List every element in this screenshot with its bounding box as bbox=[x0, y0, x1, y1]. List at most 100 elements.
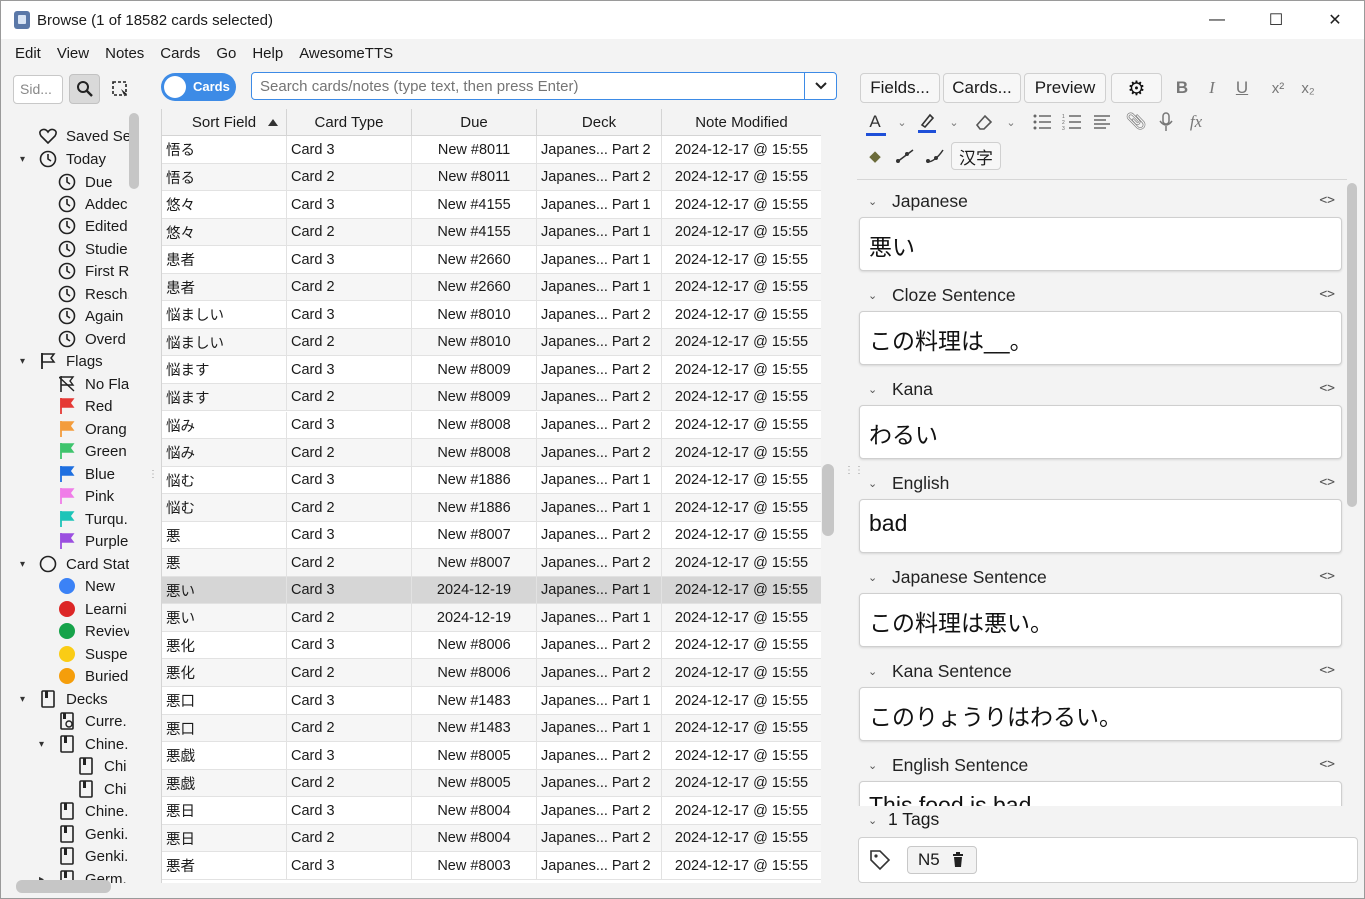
text-color-button[interactable]: A bbox=[861, 108, 889, 136]
table-row[interactable]: 悪口 Card 3 New #1483 Japanes... Part 1 2024-1… bbox=[162, 687, 821, 715]
column-due[interactable]: Due bbox=[412, 109, 537, 136]
table-row[interactable]: 悪い Card 3 2024-12-19 Japanes... Part 1 2024-… bbox=[162, 576, 821, 605]
table-scrollbar[interactable] bbox=[822, 464, 834, 536]
menu-notes[interactable]: Notes bbox=[97, 45, 152, 62]
table-row[interactable]: 悠々 Card 3 New #4155 Japanes... Part 1 2024-1… bbox=[162, 191, 821, 219]
field-input[interactable]: この料理は悪い。 bbox=[859, 593, 1342, 647]
fields-button[interactable]: Fields... bbox=[860, 73, 940, 103]
sidebar-item[interactable]: ▾ Today bbox=[1, 148, 129, 170]
preview-button[interactable]: Preview bbox=[1024, 73, 1106, 103]
sidebar-item[interactable]: ▾ Flags bbox=[1, 350, 129, 372]
sidebar-search-button[interactable] bbox=[69, 74, 100, 104]
table-row[interactable]: 悪口 Card 2 New #1483 Japanes... Part 1 2024-1… bbox=[162, 714, 821, 743]
field-input[interactable]: わるい bbox=[859, 405, 1342, 459]
table-row[interactable]: 悪日 Card 2 New #8004 Japanes... Part 2 2024-1… bbox=[162, 824, 821, 853]
table-row[interactable]: 悪化 Card 2 New #8006 Japanes... Part 2 2024-1… bbox=[162, 659, 821, 687]
menu-view[interactable]: View bbox=[49, 45, 97, 62]
expand-arrow-icon[interactable]: ▾ bbox=[20, 154, 25, 165]
superscript-button[interactable]: x² bbox=[1264, 74, 1292, 102]
sidebar-search-input[interactable]: Sid... bbox=[13, 75, 63, 104]
chevron-down-icon[interactable]: ⌄ bbox=[868, 289, 877, 302]
chevron-down-icon[interactable]: ⌄ bbox=[868, 477, 877, 490]
align-button[interactable] bbox=[1088, 108, 1116, 136]
sidebar-item[interactable]: Resch. bbox=[1, 283, 129, 305]
menu-awesometts[interactable]: AwesomeTTS bbox=[291, 45, 401, 62]
search-input[interactable] bbox=[260, 77, 800, 95]
subscript-button[interactable]: x₂ bbox=[1294, 74, 1322, 102]
table-row[interactable]: 悩む Card 2 New #1886 Japanes... Part 1 2024-1… bbox=[162, 494, 821, 522]
sidebar-item[interactable]: Edited bbox=[1, 215, 129, 237]
search-history-dropdown[interactable] bbox=[804, 72, 836, 100]
table-row[interactable]: 悪者 Card 3 New #8003 Japanes... Part 2 2024-1… bbox=[162, 852, 821, 880]
bold-button[interactable]: B bbox=[1168, 74, 1196, 102]
expand-arrow-icon[interactable]: ▾ bbox=[20, 694, 25, 705]
sidebar-item[interactable]: No Fla bbox=[1, 373, 129, 395]
sidebar-horizontal-scrollbar[interactable] bbox=[16, 880, 111, 893]
table-row[interactable]: 悩ましい Card 3 New #8010 Japanes... Part 2 2024… bbox=[162, 301, 821, 329]
tag-editor[interactable]: N5 bbox=[858, 837, 1358, 883]
html-editor-toggle-icon[interactable]: <> bbox=[1319, 381, 1335, 396]
expand-arrow-icon[interactable]: ▾ bbox=[39, 739, 44, 750]
chevron-down-icon[interactable]: ⌄ bbox=[868, 195, 877, 208]
sidebar-item[interactable]: ▾ Decks bbox=[1, 688, 129, 710]
cards-notes-toggle[interactable]: Cards bbox=[161, 73, 236, 101]
sidebar-item[interactable]: First R bbox=[1, 260, 129, 282]
sidebar-item[interactable]: Studie bbox=[1, 238, 129, 260]
kanji-button[interactable]: 汉字 bbox=[951, 142, 1001, 170]
minimize-button[interactable]: — bbox=[1188, 1, 1246, 39]
sidebar-item[interactable]: Due bbox=[1, 171, 129, 193]
html-editor-toggle-icon[interactable]: <> bbox=[1319, 569, 1335, 584]
table-row[interactable]: 悩み Card 2 New #8008 Japanes... Part 2 2024-1… bbox=[162, 439, 821, 467]
html-editor-toggle-icon[interactable]: <> bbox=[1319, 193, 1335, 208]
text-color-dropdown[interactable]: ⌄ bbox=[888, 108, 916, 136]
close-button[interactable]: ✕ bbox=[1306, 1, 1364, 39]
field-input[interactable]: このりょうりはわるい。 bbox=[859, 687, 1342, 741]
sidebar-item[interactable]: Overd bbox=[1, 328, 129, 350]
awesometts-button[interactable]: ◆ bbox=[861, 142, 889, 170]
settings-button[interactable]: ⚙ bbox=[1111, 73, 1162, 103]
math-button[interactable]: fx bbox=[1182, 108, 1210, 136]
html-editor-toggle-icon[interactable]: <> bbox=[1319, 757, 1335, 772]
expand-arrow-icon[interactable]: ▾ bbox=[20, 356, 25, 367]
sidebar-item[interactable]: Addec bbox=[1, 193, 129, 215]
menu-edit[interactable]: Edit bbox=[7, 45, 49, 62]
sidebar-item[interactable]: ▾ Chine. bbox=[1, 733, 129, 755]
editor-splitter-handle[interactable]: ⋮⋮ bbox=[844, 466, 864, 487]
maximize-button[interactable]: ☐ bbox=[1247, 1, 1305, 39]
chevron-down-icon[interactable]: ⌄ bbox=[868, 759, 877, 772]
table-row[interactable]: 悪化 Card 3 New #8006 Japanes... Part 2 2024-1… bbox=[162, 631, 821, 660]
column-card-type[interactable]: Card Type bbox=[287, 109, 412, 136]
table-row[interactable]: 悪戯 Card 2 New #8005 Japanes... Part 2 2024-1… bbox=[162, 769, 821, 798]
html-editor-toggle-icon[interactable]: <> bbox=[1319, 663, 1335, 678]
table-row[interactable]: 悩む Card 3 New #1886 Japanes... Part 1 2024-1… bbox=[162, 466, 821, 495]
eraser-button[interactable] bbox=[970, 108, 998, 136]
table-row[interactable]: 悩ます Card 2 New #8009 Japanes... Part 2 2024-… bbox=[162, 383, 821, 412]
table-row[interactable]: 悩ます Card 3 New #8009 Japanes... Part 2 2024-… bbox=[162, 356, 821, 384]
sidebar-item[interactable]: New bbox=[1, 575, 129, 597]
tags-header[interactable]: ⌄ 1 Tags bbox=[857, 807, 1357, 833]
highlight-color-button[interactable] bbox=[913, 108, 941, 136]
sidebar-item[interactable]: Genki. bbox=[1, 823, 129, 845]
expand-arrow-icon[interactable]: ▾ bbox=[20, 559, 25, 570]
menu-help[interactable]: Help bbox=[244, 45, 291, 62]
table-row[interactable]: 悪日 Card 3 New #8004 Japanes... Part 2 2024-1… bbox=[162, 797, 821, 825]
chevron-down-icon[interactable]: ⌄ bbox=[868, 571, 877, 584]
column-deck[interactable]: Deck bbox=[537, 109, 662, 136]
table-row[interactable]: 悩み Card 3 New #8008 Japanes... Part 2 2024-1… bbox=[162, 411, 821, 439]
bullet-list-button[interactable] bbox=[1028, 108, 1056, 136]
table-row[interactable]: 悩ましい Card 2 New #8010 Japanes... Part 2 2024… bbox=[162, 328, 821, 357]
sidebar-scrollbar[interactable] bbox=[129, 113, 139, 189]
field-input[interactable]: 悪い bbox=[859, 217, 1342, 271]
table-row[interactable]: 悪 Card 2 New #8007 Japanes... Part 2 2024-12… bbox=[162, 549, 821, 577]
menu-go[interactable]: Go bbox=[208, 45, 244, 62]
sidebar-item[interactable]: Reviev bbox=[1, 620, 129, 642]
italic-button[interactable]: I bbox=[1198, 74, 1226, 102]
sidebar-item[interactable]: Genki. bbox=[1, 845, 129, 867]
sidebar-item[interactable]: Red bbox=[1, 395, 129, 417]
underline-button[interactable]: U bbox=[1228, 74, 1256, 102]
table-row[interactable]: 患者 Card 2 New #2660 Japanes... Part 1 2024-1… bbox=[162, 273, 821, 302]
highlight-color-dropdown[interactable]: ⌄ bbox=[940, 108, 968, 136]
table-row[interactable]: 悟る Card 2 New #8011 Japanes... Part 2 2024-1… bbox=[162, 163, 821, 192]
record-audio-button[interactable] bbox=[1152, 108, 1180, 136]
sidebar-item[interactable]: Blue bbox=[1, 463, 129, 485]
